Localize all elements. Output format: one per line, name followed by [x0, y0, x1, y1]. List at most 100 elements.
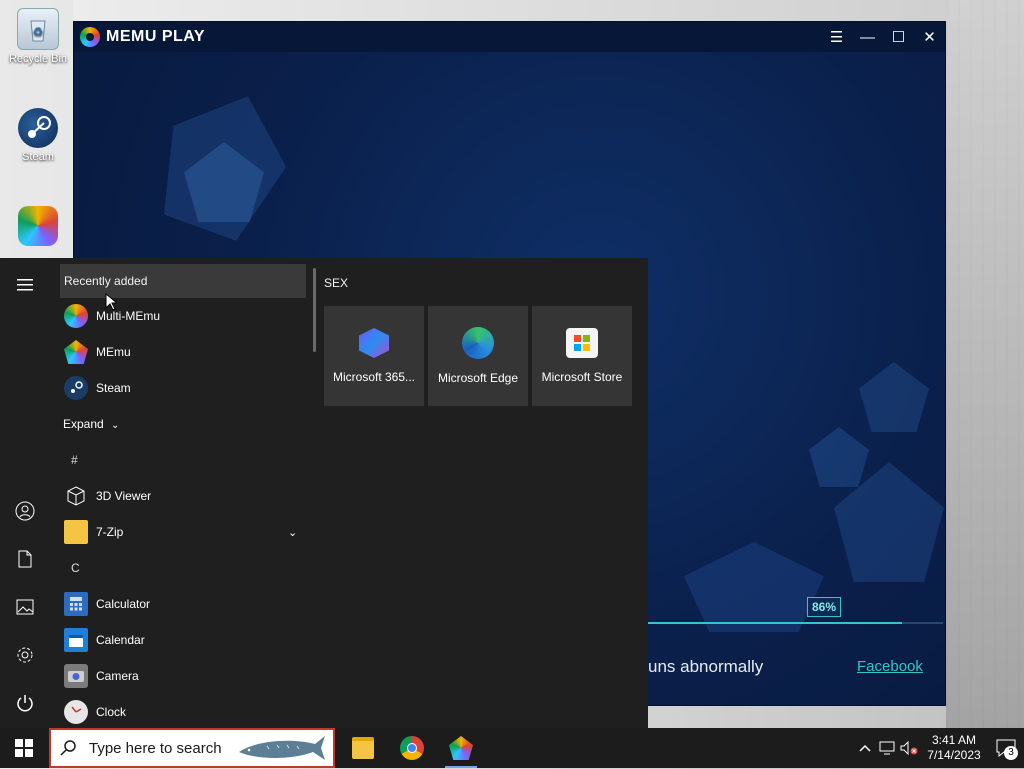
memu-icon: [64, 340, 88, 364]
app-item-label: 3D Viewer: [96, 489, 152, 503]
app-item-3d-viewer[interactable]: 3D Viewer: [60, 478, 306, 514]
camera-icon: [64, 664, 88, 688]
app-item-label: MEmu: [96, 345, 131, 359]
calendar-icon: [64, 628, 88, 652]
memu-title: MEMU PLAY: [106, 28, 206, 45]
chevron-up-icon[interactable]: [854, 728, 876, 768]
app-item-calculator[interactable]: Calculator: [60, 586, 306, 622]
hamburger-icon[interactable]: ☰: [821, 22, 852, 52]
notification-count-badge: 3: [1004, 746, 1018, 760]
settings-gear-icon[interactable]: [10, 640, 40, 670]
svg-text:♻: ♻: [33, 25, 44, 39]
clock-time: 3:41 AM: [931, 733, 977, 747]
taskbar-search-box[interactable]: [49, 728, 335, 768]
store-icon: [566, 328, 598, 358]
windows-start-icon[interactable]: [0, 728, 48, 768]
facebook-link[interactable]: Facebook: [857, 658, 923, 675]
tile-label: Microsoft Edge: [437, 371, 519, 385]
steam-icon: [18, 108, 58, 148]
decor-shape: [859, 362, 929, 432]
recycle-bin-icon: ♻: [17, 8, 59, 50]
edge-icon: [462, 327, 494, 359]
pictures-icon[interactable]: [10, 592, 40, 622]
desktop-icon-memu[interactable]: [6, 206, 70, 249]
file-explorer-icon: [352, 737, 374, 759]
tile-microsoft-store[interactable]: Microsoft Store: [532, 306, 632, 406]
multi-memu-icon: [64, 304, 88, 328]
search-input[interactable]: [87, 738, 241, 758]
calculator-icon: [64, 592, 88, 616]
expand-label: Expand: [63, 417, 104, 431]
memu-icon: [449, 736, 473, 760]
expand-button[interactable]: Expand ⌄: [60, 406, 306, 442]
app-item-label: Calculator: [96, 597, 151, 611]
recently-added-header[interactable]: Recently added: [60, 264, 306, 298]
memu-titlebar[interactable]: MEMU PLAY ☰ — ☐ ✕: [74, 22, 945, 52]
app-item-label: Calendar: [96, 633, 145, 647]
window-controls: ☰ — ☐ ✕: [821, 22, 945, 52]
section-header-c[interactable]: C: [60, 550, 306, 586]
memu-logo-icon: [80, 27, 100, 47]
tile-label: Microsoft 365...: [332, 370, 416, 384]
hamburger-menu-icon[interactable]: [10, 270, 40, 300]
decor-shape: [809, 427, 869, 487]
chevron-down-icon[interactable]: ⌄: [288, 526, 297, 539]
taskbar-clock[interactable]: 3:41 AM 7/14/2023: [920, 733, 988, 763]
loading-progress-fill: [648, 622, 902, 624]
desktop-wallpaper-top: [73, 0, 973, 22]
power-icon[interactable]: [10, 688, 40, 718]
desktop-wallpaper-right: [946, 0, 1024, 730]
folder-icon: [64, 520, 88, 544]
desktop-icon-recycle-bin[interactable]: ♻ Recycle Bin: [6, 8, 70, 65]
user-account-icon[interactable]: [10, 496, 40, 526]
loading-status-text: uns abnormally: [648, 657, 764, 676]
3d-cube-icon: [64, 484, 88, 508]
app-item-memu[interactable]: MEmu: [60, 334, 306, 370]
chevron-down-icon: ⌄: [111, 420, 120, 431]
desktop-icon-steam[interactable]: Steam: [6, 108, 70, 163]
loading-progress-bar: [648, 622, 943, 624]
loading-progress-percent: 86%: [807, 597, 842, 617]
app-item-7-zip[interactable]: 7-Zip ⌄: [60, 514, 306, 550]
taskbar-file-explorer[interactable]: [339, 728, 387, 768]
app-item-camera[interactable]: Camera: [60, 658, 306, 694]
start-menu: Recently added Multi-MEmu MEmu Steam Exp…: [0, 258, 648, 728]
app-item-label: Steam: [96, 381, 131, 395]
app-item-label: 7-Zip: [96, 525, 124, 539]
clock-date: 7/14/2023: [927, 748, 981, 762]
app-item-label: Camera: [96, 669, 139, 683]
tile-label: Microsoft Store: [541, 370, 623, 384]
steam-icon: [64, 376, 88, 400]
taskbar: 3:41 AM 7/14/2023 3: [0, 728, 1024, 768]
taskbar-memu[interactable]: [437, 728, 485, 768]
taskbar-chrome[interactable]: [388, 728, 436, 768]
microsoft-365-icon: [359, 328, 389, 358]
app-item-calendar[interactable]: Calendar: [60, 622, 306, 658]
tile-microsoft-365[interactable]: Microsoft 365...: [324, 306, 424, 406]
app-list-scrollbar[interactable]: [313, 268, 316, 352]
system-tray: 3:41 AM 7/14/2023 3: [854, 728, 1024, 768]
volume-muted-icon[interactable]: [898, 728, 920, 768]
section-header-hash[interactable]: #: [60, 442, 306, 478]
app-item-clock[interactable]: Clock: [60, 694, 306, 728]
network-icon[interactable]: [876, 728, 898, 768]
decor-shape: [684, 542, 824, 632]
close-icon[interactable]: ✕: [914, 22, 945, 52]
memu-app-icon: [18, 206, 58, 246]
search-icon: [51, 739, 87, 757]
mouse-cursor-icon: [105, 292, 119, 316]
minimize-icon[interactable]: —: [852, 22, 883, 52]
documents-icon[interactable]: [10, 544, 40, 574]
app-item-multi-memu[interactable]: Multi-MEmu: [60, 298, 306, 334]
clock-icon: [64, 700, 88, 724]
maximize-icon[interactable]: ☐: [883, 22, 914, 52]
desktop-icon-label: Steam: [22, 151, 54, 163]
desktop-icon-label: Recycle Bin: [8, 53, 68, 65]
tile-group-title[interactable]: SEX: [324, 276, 348, 290]
notification-center-icon[interactable]: 3: [988, 728, 1024, 768]
tile-microsoft-edge[interactable]: Microsoft Edge: [428, 306, 528, 406]
app-item-label: Clock: [96, 705, 127, 719]
whale-shark-search-highlight-icon: [237, 734, 327, 769]
start-menu-rail: [0, 258, 50, 728]
app-item-steam[interactable]: Steam: [60, 370, 306, 406]
